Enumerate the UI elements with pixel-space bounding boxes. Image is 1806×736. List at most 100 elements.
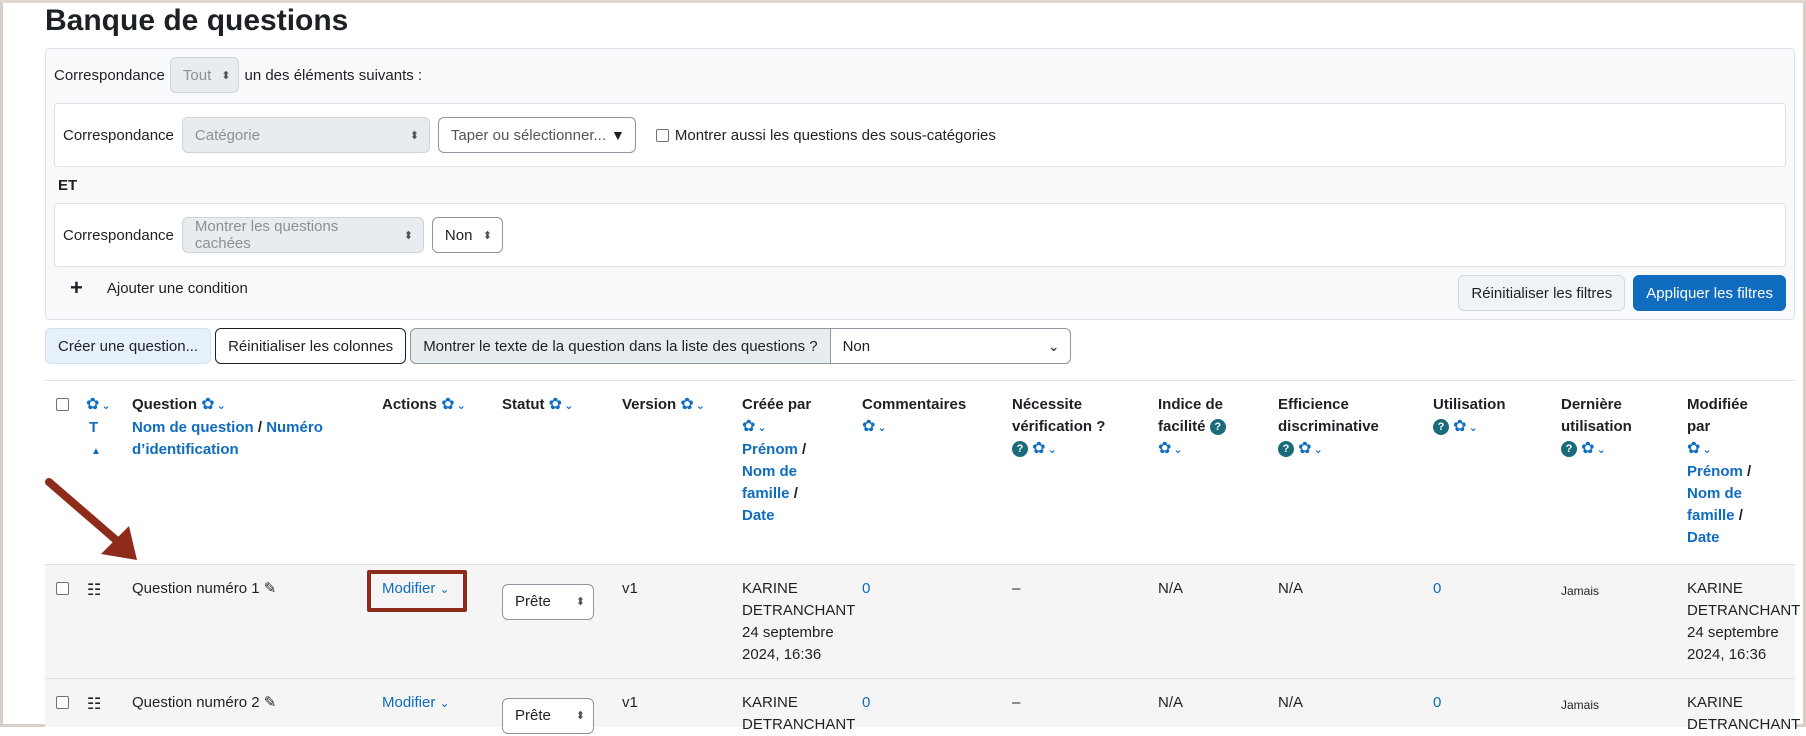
- usage-count[interactable]: 0: [1433, 692, 1441, 714]
- status-select[interactable]: Prête ⬍: [502, 698, 594, 734]
- plus-icon: +: [70, 275, 83, 300]
- row-checkbox-cell[interactable]: [56, 694, 75, 716]
- last-name-sort-link[interactable]: Nom de famille: [742, 463, 797, 502]
- gear-icon[interactable]: ✿: [680, 396, 693, 413]
- col-version: Version ✿ ⌄: [622, 396, 705, 413]
- multichoice-type-icon: ☷: [87, 582, 102, 599]
- modify-menu[interactable]: Modifier ⌄: [382, 692, 450, 714]
- help-icon[interactable]: ?: [1561, 441, 1577, 458]
- gear-icon[interactable]: ✿: [86, 396, 99, 413]
- gear-icon[interactable]: ✿: [1453, 418, 1466, 435]
- gear-icon[interactable]: ✿: [441, 396, 454, 413]
- match-suffix: un des éléments suivants :: [244, 66, 423, 84]
- col-question: Question ✿ ⌄ Nom de question / Numéro d’i…: [132, 396, 323, 458]
- select-all-checkbox[interactable]: [56, 398, 69, 411]
- category-autocomplete[interactable]: Taper ou sélectionner... ▼: [437, 117, 636, 153]
- question-name-cell: Question numéro 1 ✎: [132, 580, 277, 597]
- last-used-cell: Jamais: [1561, 698, 1600, 712]
- create-question-button[interactable]: Créer une question...: [45, 328, 212, 364]
- gear-icon[interactable]: ✿: [1158, 440, 1171, 457]
- add-condition-button[interactable]: + Ajouter une condition: [70, 275, 248, 301]
- comments-count[interactable]: 0: [862, 578, 870, 600]
- sort-caret-icon: ⬍: [221, 69, 231, 82]
- select-all-checkbox-cell[interactable]: [56, 396, 75, 418]
- version-cell: v1: [622, 580, 638, 597]
- gear-icon[interactable]: ✿: [201, 396, 214, 413]
- help-icon[interactable]: ?: [1433, 419, 1449, 436]
- condition-label: Correspondance: [63, 126, 174, 144]
- multichoice-type-icon: ☷: [87, 696, 102, 713]
- condition-hidden: Correspondance Montrer les questions cac…: [54, 203, 1786, 267]
- dropdown-triangle-icon: ▼: [611, 127, 625, 143]
- needs-check-cell: –: [1012, 694, 1021, 711]
- sort-caret-icon: ⬍: [403, 229, 413, 242]
- row-checkbox-cell[interactable]: [56, 580, 75, 602]
- chevron-down-icon: ⌄: [1596, 444, 1606, 456]
- col-type[interactable]: ✿ ⌄ T ▲: [86, 394, 111, 463]
- gear-icon[interactable]: ✿: [1032, 440, 1045, 457]
- date-sort-link[interactable]: Date: [742, 507, 775, 524]
- pencil-icon[interactable]: ✎: [264, 580, 277, 597]
- col-discrimination: Efficience discriminative ? ✿ ⌄: [1278, 396, 1379, 458]
- question-name-cell: Question numéro 2 ✎: [132, 694, 277, 711]
- match-label: Correspondance: [54, 66, 165, 84]
- gear-icon[interactable]: ✿: [862, 418, 875, 435]
- first-name-sort-link[interactable]: Prénom: [1687, 463, 1743, 480]
- chevron-down-icon: ⌄: [101, 400, 111, 412]
- sort-caret-icon: ⬍: [575, 710, 585, 722]
- hidden-value-select[interactable]: Non ⬍: [431, 217, 503, 253]
- chevron-down-icon: ⌄: [757, 422, 767, 434]
- annotation-arrow-icon: [45, 478, 137, 560]
- subcategories-checkbox[interactable]: [655, 128, 669, 142]
- status-cell: Prête ⬍: [502, 584, 594, 620]
- chevron-down-icon: ⌄: [877, 422, 887, 434]
- and-label: ET: [58, 177, 78, 194]
- status-select[interactable]: Prête ⬍: [502, 584, 594, 620]
- show-text-group: Montrer le texte de la question dans la …: [410, 328, 1071, 364]
- help-icon[interactable]: ?: [1278, 441, 1294, 458]
- reset-columns-button[interactable]: Réinitialiser les colonnes: [215, 328, 407, 364]
- type-sort-link[interactable]: T: [89, 419, 98, 436]
- col-last-used: Dernière utilisation ? ✿ ⌄: [1561, 396, 1632, 458]
- condition-type-select[interactable]: Montrer les questions cachées ⬍: [181, 217, 424, 253]
- condition-category: Correspondance Catégorie ⬍ Taper ou sélec…: [54, 103, 1786, 167]
- chevron-down-icon: ⌄: [1047, 337, 1060, 354]
- gear-icon[interactable]: ✿: [742, 418, 755, 435]
- question-name-sort-link[interactable]: Nom de question: [132, 419, 254, 436]
- help-icon[interactable]: ?: [1012, 441, 1028, 458]
- last-used-cell: Jamais: [1561, 584, 1600, 598]
- pencil-icon[interactable]: ✎: [264, 694, 277, 711]
- apply-filters-button[interactable]: Appliquer les filtres: [1633, 275, 1786, 311]
- gear-icon[interactable]: ✿: [1581, 440, 1594, 457]
- chevron-down-icon: ⌄: [456, 400, 466, 412]
- subcategories-checkbox-wrap[interactable]: Montrer aussi les questions des sous-cat…: [655, 127, 996, 144]
- row-checkbox[interactable]: [56, 582, 69, 595]
- condition-type-select[interactable]: Catégorie ⬍: [181, 117, 430, 153]
- show-text-select[interactable]: Non ⌄: [830, 328, 1071, 364]
- chevron-down-icon: ⌄: [1313, 444, 1323, 456]
- gear-icon[interactable]: ✿: [1298, 440, 1311, 457]
- match-type-select[interactable]: Tout ⬍: [169, 57, 240, 93]
- col-comments: Commentaires ✿ ⌄: [862, 396, 967, 435]
- comments-count[interactable]: 0: [862, 692, 870, 714]
- date-sort-link[interactable]: Date: [1687, 529, 1720, 546]
- usage-count[interactable]: 0: [1433, 578, 1441, 600]
- last-name-sort-link[interactable]: Nom de famille: [1687, 485, 1742, 524]
- reset-filters-button[interactable]: Réinitialiser les filtres: [1458, 275, 1626, 311]
- gear-icon[interactable]: ✿: [1687, 440, 1700, 457]
- col-created-by: Créée par ✿ ⌄ Prénom / Nom de famille / Da…: [742, 396, 812, 524]
- gear-icon[interactable]: ✿: [549, 396, 562, 413]
- needs-check-cell: –: [1012, 580, 1021, 597]
- filter-panel: Correspondance Tout ⬍ un des éléments sui…: [45, 48, 1795, 320]
- col-actions: Actions ✿ ⌄: [382, 396, 466, 413]
- help-icon[interactable]: ?: [1209, 419, 1226, 436]
- sort-caret-icon: ⬍: [482, 229, 492, 242]
- row-checkbox[interactable]: [56, 696, 69, 709]
- first-name-sort-link[interactable]: Prénom: [742, 441, 798, 458]
- chevron-down-icon: ⌄: [1047, 444, 1057, 456]
- modifier-cell: KARINE DETRANCHANT: [1687, 694, 1801, 733]
- condition-label: Correspondance: [63, 226, 174, 244]
- version-cell: v1: [622, 694, 638, 711]
- chevron-down-icon: ⌄: [564, 400, 574, 412]
- table-row: [45, 678, 1795, 727]
